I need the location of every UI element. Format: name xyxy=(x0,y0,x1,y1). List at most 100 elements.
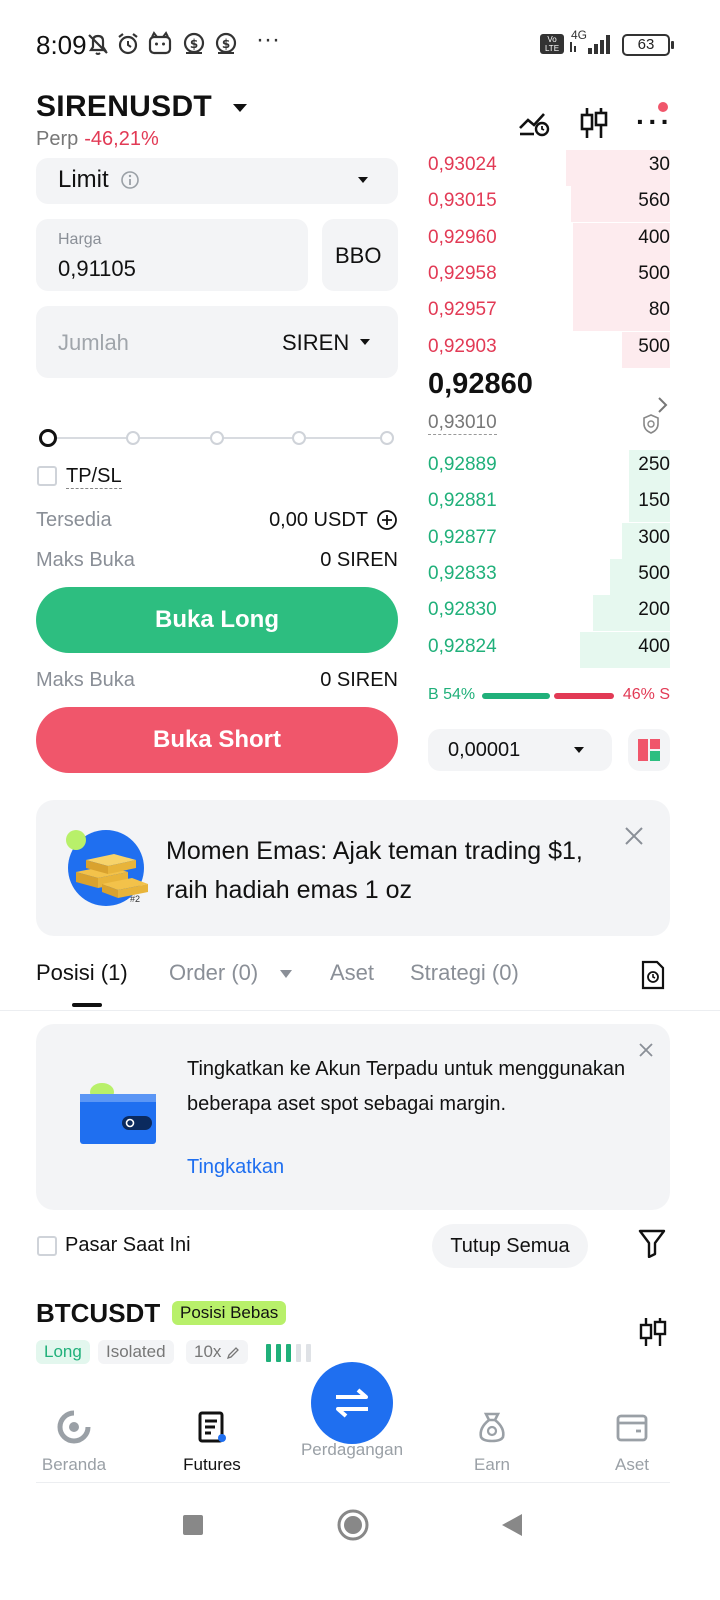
tab-positions[interactable]: Posisi (1) xyxy=(36,960,128,986)
nav-futures[interactable]: Futures xyxy=(152,1410,272,1475)
recent-apps-button[interactable] xyxy=(183,1515,203,1535)
position-side: Long xyxy=(36,1340,90,1364)
info-icon[interactable] xyxy=(120,170,140,190)
nav-earn-label: Earn xyxy=(474,1455,510,1474)
buy-ratio: B 54% xyxy=(428,686,476,703)
status-bar: 8:09 $ $ ··· Vo LTE 4G 63 xyxy=(0,0,720,90)
bid-row[interactable]: 0,92889 250 xyxy=(428,450,670,486)
open-short-button[interactable]: Buka Short xyxy=(36,707,398,773)
bid-quantity: 250 xyxy=(638,454,670,475)
pair-title: SIRENUSDT xyxy=(36,90,213,123)
open-long-button[interactable]: Buka Long xyxy=(36,587,398,653)
ask-quantity: 400 xyxy=(638,226,670,248)
leverage-button[interactable]: 10x xyxy=(186,1340,249,1364)
nav-assets[interactable]: Aset xyxy=(572,1410,692,1475)
tabs-divider xyxy=(0,1010,720,1011)
promo-text: Momen Emas: Ajak teman trading $1, raih … xyxy=(166,837,583,904)
price-change: -46,21% xyxy=(84,128,159,150)
book-layout-button[interactable] xyxy=(628,729,670,771)
nav-earn[interactable]: Earn xyxy=(432,1410,552,1475)
slider-step[interactable] xyxy=(126,431,140,445)
ask-price: 0,92958 xyxy=(428,262,497,284)
slider-handle[interactable] xyxy=(39,429,57,447)
more-menu-icon[interactable]: ··· xyxy=(636,106,673,138)
bid-row[interactable]: 0,92833 500 xyxy=(428,558,670,595)
bid-row[interactable]: 0,92830 200 xyxy=(428,595,670,632)
tab-strategies[interactable]: Strategi (0) xyxy=(410,960,519,986)
close-icon[interactable] xyxy=(638,1042,654,1058)
bid-row[interactable]: 0,92877 300 xyxy=(428,522,670,559)
slider-step[interactable] xyxy=(210,431,224,445)
order-type-select[interactable]: Limit xyxy=(36,158,398,204)
close-icon[interactable] xyxy=(624,826,644,846)
ask-row[interactable]: 0,92957 80 xyxy=(428,295,670,332)
ask-row[interactable]: 0,93015 560 xyxy=(428,186,670,223)
amount-field[interactable]: Jumlah SIREN xyxy=(36,306,398,378)
close-all-button[interactable]: Tutup Semua xyxy=(432,1224,588,1268)
wallet-icon xyxy=(80,1083,156,1144)
margin-mode: Isolated xyxy=(98,1340,174,1364)
chevron-down-icon xyxy=(574,747,584,753)
tab-orders[interactable]: Order (0) xyxy=(169,960,258,986)
bid-price: 0,92833 xyxy=(428,562,497,584)
ask-row[interactable]: 0,92960 400 xyxy=(428,222,670,259)
svg-text:$: $ xyxy=(222,37,230,51)
pair-selector[interactable]: SIRENUSDT xyxy=(36,90,247,124)
home-icon xyxy=(57,1410,91,1444)
bid-quantity: 150 xyxy=(638,490,670,512)
last-price[interactable]: 0,92860 xyxy=(428,368,533,401)
app-notification-icon xyxy=(148,31,172,55)
tab-assets[interactable]: Aset xyxy=(330,960,374,986)
max-open-label: Maks Buka xyxy=(36,669,135,691)
candlestick-chart-icon[interactable] xyxy=(578,106,610,140)
positions-tabs: Posisi (1) Order (0) Aset Strategi (0) xyxy=(36,960,670,1010)
slider-step[interactable] xyxy=(292,431,306,445)
upgrade-banner: Tingkatkan ke Akun Terpadu untuk menggun… xyxy=(36,1024,670,1210)
ask-row[interactable]: 0,92958 500 xyxy=(428,258,670,295)
bid-row[interactable]: 0,92881 150 xyxy=(428,486,670,523)
add-funds-icon[interactable] xyxy=(376,509,398,531)
buy-ratio-bar xyxy=(482,693,550,699)
bbo-button[interactable]: BBO xyxy=(322,219,398,291)
max-open-long-value: 0 SIREN xyxy=(320,549,398,571)
chevron-down-icon xyxy=(280,970,292,978)
coin-app-icon: $ xyxy=(183,32,205,54)
ask-row[interactable]: 0,93024 30 xyxy=(428,150,670,186)
promo-banner[interactable]: #2 Momen Emas: Ajak teman trading $1, ra… xyxy=(36,800,670,936)
coin-app-icon: $ xyxy=(215,32,237,54)
back-button[interactable] xyxy=(500,1512,524,1538)
home-button[interactable] xyxy=(336,1508,370,1542)
ask-row[interactable]: 0,92903 500 xyxy=(428,331,670,368)
history-icon[interactable] xyxy=(640,960,666,990)
nav-home[interactable]: Beranda xyxy=(14,1410,134,1475)
contract-type: Perp xyxy=(36,128,79,150)
bid-row[interactable]: 0,92824 400 xyxy=(428,631,670,668)
tpsl-checkbox[interactable] xyxy=(37,466,57,486)
candlestick-chart-icon[interactable] xyxy=(638,1316,668,1348)
amount-unit[interactable]: SIREN xyxy=(282,330,349,356)
trade-button[interactable] xyxy=(311,1362,393,1444)
chevron-down-icon xyxy=(232,104,247,113)
mark-price[interactable]: 0,93010 xyxy=(428,412,497,435)
chevron-down-icon xyxy=(360,339,370,345)
nav-futures-label: Futures xyxy=(183,1455,241,1474)
upgrade-link[interactable]: Tingkatkan xyxy=(187,1156,284,1179)
price-alert-icon[interactable] xyxy=(518,108,552,138)
ask-price: 0,93024 xyxy=(428,154,497,175)
precision-select[interactable]: 0,00001 xyxy=(428,729,612,771)
bid-quantity: 400 xyxy=(638,635,670,657)
order-type-value: Limit xyxy=(58,166,109,193)
current-market-checkbox[interactable] xyxy=(37,1236,57,1256)
bid-price: 0,92877 xyxy=(428,526,497,548)
status-time: 8:09 xyxy=(36,30,87,60)
tpsl-label: TP/SL xyxy=(66,465,122,489)
ask-quantity: 30 xyxy=(648,154,670,175)
chevron-right-icon[interactable] xyxy=(656,396,670,414)
slider-step[interactable] xyxy=(380,431,394,445)
filter-icon[interactable] xyxy=(638,1228,666,1258)
wallet-icon xyxy=(616,1414,648,1442)
position-symbol[interactable]: BTCUSDT xyxy=(36,1298,160,1329)
earn-icon xyxy=(479,1412,505,1443)
ask-quantity: 500 xyxy=(638,262,670,284)
price-field[interactable]: Harga 0,91105 xyxy=(36,219,308,291)
